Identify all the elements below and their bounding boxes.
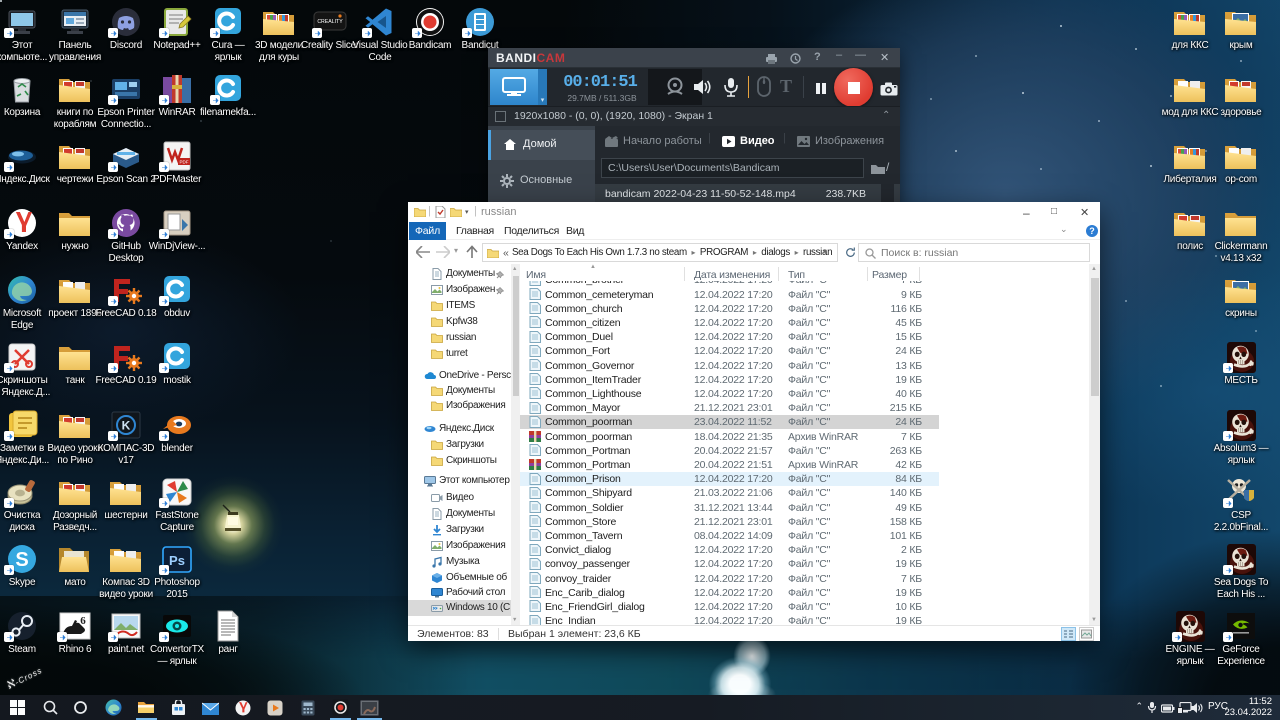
svg-text:K: K	[122, 419, 131, 433]
svg-text:Ps: Ps	[169, 553, 185, 568]
svg-text:CREALITY: CREALITY	[317, 19, 343, 25]
svg-text:PDF: PDF	[180, 160, 189, 165]
svg-text:S: S	[15, 549, 28, 571]
